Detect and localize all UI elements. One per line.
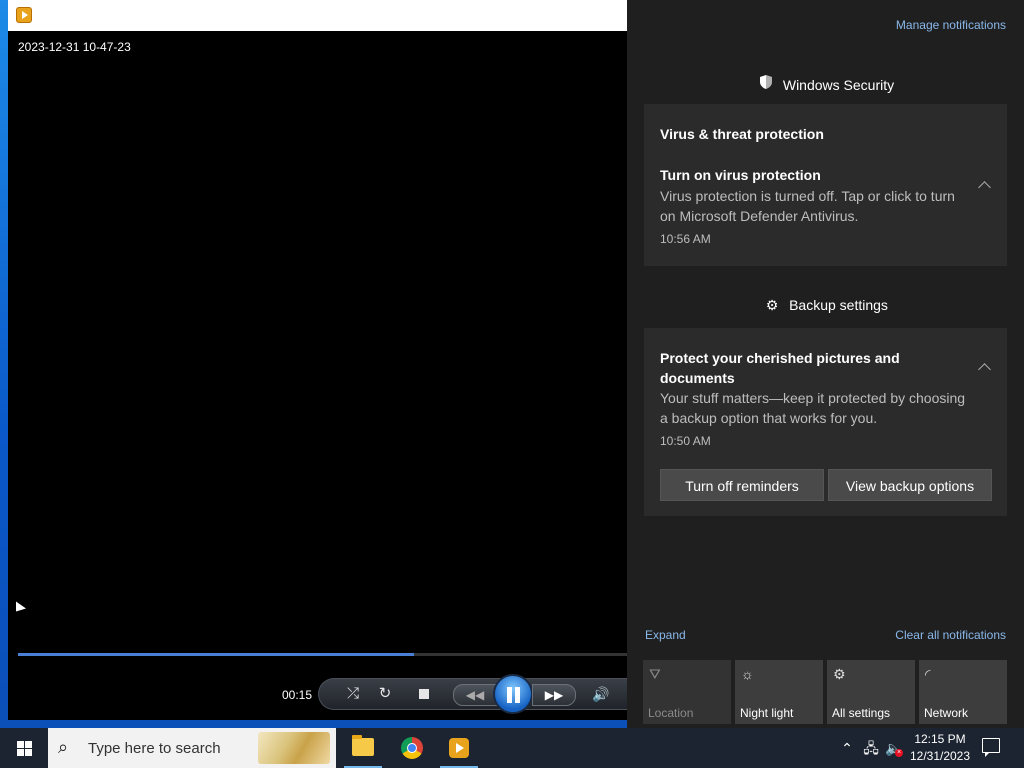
notification-card-backup[interactable]: Protect your cherished pictures and docu… [644,328,1007,516]
quick-action-network[interactable]: ◜ Network [919,660,1007,724]
search-icon: ⌕ [58,737,69,757]
location-icon: ⛛ [649,666,661,682]
quick-action-location[interactable]: ⛛ Location [643,660,731,724]
taskbar-clock[interactable]: 12:15 PM 12/31/2023 [908,731,972,765]
search-placeholder: Type here to search [88,740,221,757]
card-heading: Protect your cherished pictures and docu… [660,350,900,386]
clock-time: 12:15 PM [914,732,966,746]
collapse-chevron-icon[interactable] [978,181,991,194]
clear-all-notifications-link[interactable]: Clear all notifications [895,628,1006,642]
network-icon: ◜ [925,666,931,682]
next-icon[interactable]: ▶▶ [532,684,576,706]
group-header-windows-security: Windows Security [627,74,1024,93]
group-header-label: Backup settings [789,297,888,313]
card-body: Your stuff matters—keep it protected by … [660,390,966,426]
card-time: 10:50 AM [660,434,711,448]
taskbar: ⌕ Type here to search ⌃ 🖧 🔈 × 12:15 PM 12… [0,728,1024,768]
card-title: Virus & threat protection [660,126,824,142]
search-highlight-image [258,732,330,764]
turn-off-reminders-button[interactable]: Turn off reminders [660,469,824,501]
taskbar-search-box[interactable]: ⌕ Type here to search [48,728,336,768]
taskbar-app-chrome[interactable] [389,728,435,768]
playback-controls: ⤮ ↻ ◀◀ ▶▶ 🔊 [318,674,627,714]
seek-bar-progress [18,653,414,656]
taskbar-app-media-player[interactable] [436,728,482,768]
quick-action-label: Network [924,706,969,720]
folder-icon [352,735,374,756]
player-titlebar[interactable] [8,0,627,31]
quick-action-label: All settings [832,706,891,720]
collapse-chevron-icon[interactable] [978,363,991,376]
pause-button[interactable] [493,674,533,714]
media-player-icon [449,738,469,758]
start-button[interactable] [0,728,48,768]
group-header-backup-settings: ⚙ Backup settings [627,297,1024,314]
gear-icon: ⚙ [833,666,846,682]
show-hidden-icons-chevron-icon[interactable]: ⌃ [839,728,855,768]
shield-icon [757,74,775,93]
quick-action-label: Night light [740,706,794,720]
volume-icon[interactable]: 🔊 [589,678,613,710]
volume-muted-icon[interactable]: 🔈 × [884,728,904,768]
card-time: 10:56 AM [660,232,711,246]
card-heading: Turn on virus protection [660,167,821,183]
taskbar-app-file-explorer[interactable] [340,728,386,768]
card-body: Virus protection is turned off. Tap or c… [660,188,955,224]
group-header-label: Windows Security [782,77,895,93]
quick-action-night-light[interactable]: ☼ Night light [735,660,823,724]
view-backup-options-button[interactable]: View backup options [828,469,992,501]
repeat-icon[interactable]: ↻ [373,678,397,710]
gear-icon: ⚙ [765,297,779,313]
quick-action-all-settings[interactable]: ⚙ All settings [827,660,915,724]
night-light-icon: ☼ [741,666,754,682]
windows-logo-icon [17,741,32,756]
stop-icon[interactable] [415,678,433,710]
shuffle-icon[interactable]: ⤮ [341,678,365,710]
elapsed-time: 00:15 [282,688,313,702]
previous-icon[interactable]: ◀◀ [453,684,497,706]
chrome-icon [401,737,423,759]
action-center: Manage notifications Windows Security Vi… [627,0,1024,728]
manage-notifications-link[interactable]: Manage notifications [896,18,1006,32]
network-icon[interactable]: 🖧 [861,728,881,768]
clock-date: 12/31/2023 [909,749,971,763]
video-timestamp: 2023-12-31 10-47-23 [18,40,131,54]
notification-card-virus[interactable]: Virus & threat protection Turn on virus … [644,104,1007,266]
media-player-icon [16,7,32,23]
expand-link[interactable]: Expand [645,628,686,642]
quick-action-label: Location [648,706,694,720]
seek-bar[interactable] [18,653,627,656]
action-center-icon[interactable] [982,738,1000,757]
media-player-window: 2023-12-31 10-47-23 00:15 ⤮ ↻ ◀◀ ▶▶ 🔊 [8,0,627,720]
